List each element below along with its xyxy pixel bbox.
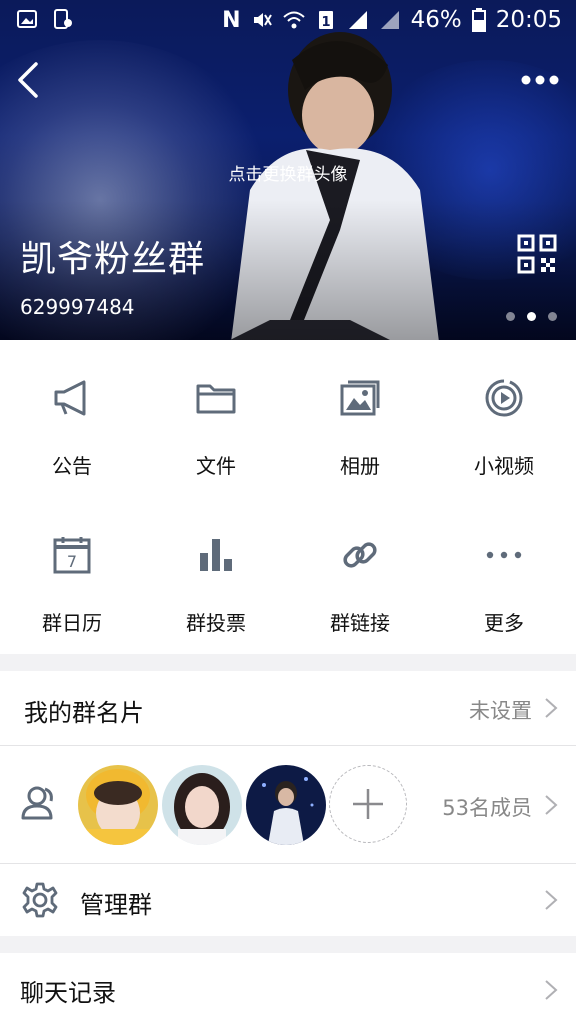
action-grid: 公告 文件 相册 小视频 7 群日历 群投票 群链接 更多 [0,340,576,654]
plus-icon [353,789,383,819]
calendar-icon: 7 [53,537,91,574]
back-icon[interactable] [10,58,50,102]
member-avatar-image [246,765,326,845]
clock: 20:05 [495,7,562,33]
svg-text:1: 1 [321,15,330,30]
carousel-dot [506,312,515,321]
member-avatar[interactable] [78,765,158,845]
qr-code-icon[interactable] [517,234,557,274]
action-label: 群日历 [42,611,102,635]
members-icon [21,786,53,820]
battery-icon [471,8,486,32]
mute-icon [253,13,272,27]
svg-text:7: 7 [67,552,77,571]
action-short-video[interactable]: 小视频 [432,340,576,497]
manage-group-label: 管理群 [80,891,152,919]
action-announcement[interactable]: 公告 [0,340,144,497]
change-avatar-hint[interactable]: 点击更换群头像 [0,160,576,185]
chat-history-label: 聊天记录 [20,979,116,1007]
gear-icon [22,882,58,918]
action-vote[interactable]: 群投票 [144,497,288,654]
action-label: 小视频 [474,454,534,478]
group-id: 629997484 [20,295,135,319]
action-label: 相册 [340,454,380,478]
folder-icon [196,384,236,414]
manage-group-row[interactable]: 管理群 [0,864,576,936]
device-notification-icon [54,9,72,29]
nfc-icon: N [222,7,241,33]
group-profile-screen: N 1 46% 20:05 点击更换群头像 凯爷粉丝群 629997484 公告 [0,0,576,1024]
sim1-icon: 1 [318,11,333,30]
bar-chart-icon [200,539,232,571]
gallery-notification-icon [17,10,37,28]
chevron-right-icon [545,980,558,1000]
group-name: 凯爷粉丝群 [20,239,206,280]
battery-percent: 46% [410,7,462,33]
action-label: 群链接 [330,611,390,635]
member-avatar-image [162,765,242,845]
chevron-right-icon [545,890,558,910]
megaphone-icon [54,380,86,416]
action-label: 群投票 [186,611,246,635]
more-options-icon[interactable] [518,68,562,92]
members-count: 53名成员 [442,796,532,820]
photo-album-icon [340,380,380,416]
my-group-card-value: 未设置 [469,699,532,723]
link-icon [343,542,377,568]
chat-history-row[interactable]: 聊天记录 [0,953,576,1024]
action-label: 公告 [52,454,92,478]
member-avatar[interactable] [162,765,242,845]
add-member-button[interactable] [329,765,407,843]
status-bar: N 1 46% 20:05 [0,0,576,40]
action-more[interactable]: 更多 [432,497,576,654]
chevron-right-icon [545,698,558,718]
action-label: 更多 [484,611,524,635]
action-files[interactable]: 文件 [144,340,288,497]
signal-4g-icon [348,11,367,29]
more-dots-icon [486,551,522,559]
signal-icon [380,11,399,29]
action-album[interactable]: 相册 [288,340,432,497]
action-link[interactable]: 群链接 [288,497,432,654]
chevron-right-icon [545,795,558,815]
member-avatar[interactable] [246,765,326,845]
video-play-icon [485,379,523,417]
member-avatar-image [78,765,158,845]
carousel-dots [506,312,557,321]
carousel-dot-active [527,312,536,321]
action-calendar[interactable]: 7 群日历 [0,497,144,654]
my-group-card-label: 我的群名片 [24,699,144,727]
my-group-card-row[interactable]: 我的群名片 未设置 [0,671,576,745]
action-label: 文件 [196,454,236,478]
wifi-icon [282,11,305,29]
carousel-dot [548,312,557,321]
